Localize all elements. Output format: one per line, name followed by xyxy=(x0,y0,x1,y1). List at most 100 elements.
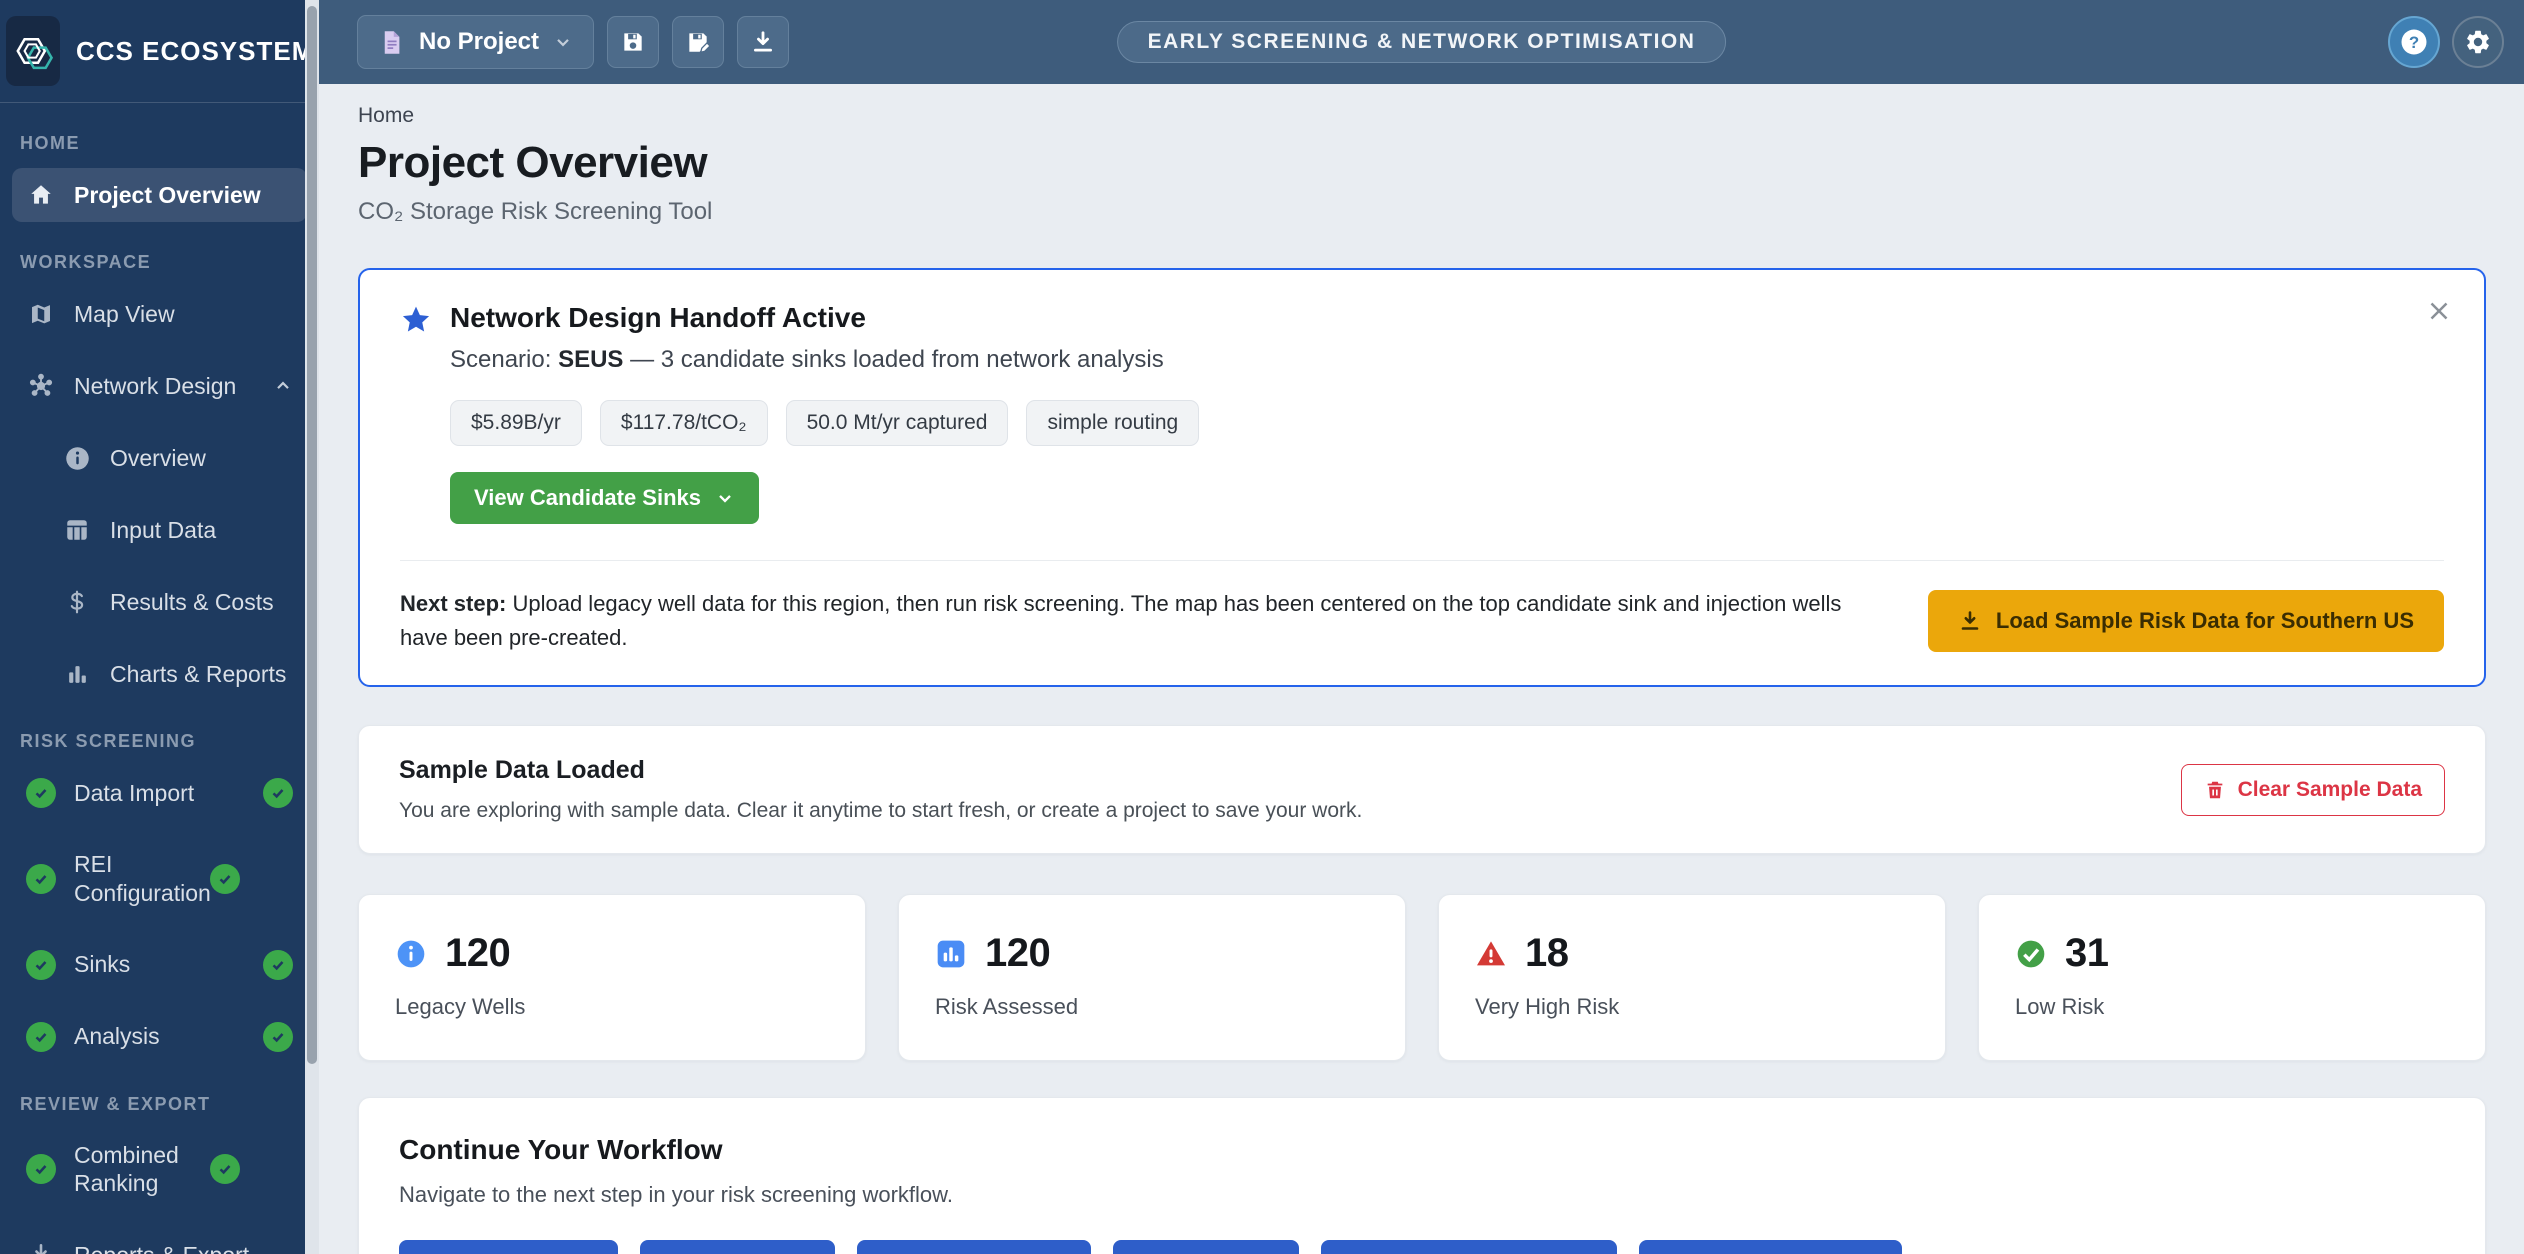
section-label-workspace: WORKSPACE xyxy=(20,252,299,273)
stat-card-low-risk: 31 Low Risk xyxy=(1978,894,2486,1061)
sidebar-item-label: Project Overview xyxy=(74,181,293,210)
sidebar-item-results-costs[interactable]: Results & Costs xyxy=(48,575,307,629)
sample-banner-title: Sample Data Loaded xyxy=(399,756,1362,785)
check-circle-icon xyxy=(263,1022,293,1052)
handoff-title: Network Design Handoff Active xyxy=(450,302,1199,334)
gear-icon xyxy=(2464,28,2492,56)
sidebar-item-combined-ranking[interactable]: Combined Ranking xyxy=(12,1129,307,1211)
dollar-icon xyxy=(62,587,92,617)
run-analysis-button[interactable]: Run Analysis xyxy=(857,1240,1091,1254)
stat-label: Very High Risk xyxy=(1475,994,1909,1020)
stat-label: Risk Assessed xyxy=(935,994,1369,1020)
content-column: No Project EARLY SCREENING & NETWORK OPT… xyxy=(319,0,2524,1254)
sidebar-item-reports-export[interactable]: Reports & Export xyxy=(12,1228,307,1254)
sample-data-banner: Sample Data Loaded You are exploring wit… xyxy=(358,725,2486,854)
sidebar-item-rei-configuration[interactable]: REI Configuration xyxy=(12,838,307,920)
sidebar-item-network-design[interactable]: Network Design xyxy=(12,359,307,413)
save-as-button[interactable] xyxy=(672,16,724,68)
topbar: No Project EARLY SCREENING & NETWORK OPT… xyxy=(319,0,2524,84)
download-project-button[interactable] xyxy=(737,16,789,68)
info-circle-icon xyxy=(62,443,92,473)
check-circle-icon xyxy=(263,778,293,808)
scenario-name: SEUS xyxy=(558,346,623,373)
bar-chart-icon xyxy=(935,938,967,970)
sidebar-scrollbar xyxy=(305,0,319,1254)
settings-button[interactable] xyxy=(2452,16,2504,68)
sidebar-item-label: Data Import xyxy=(74,779,245,808)
data-import-button[interactable]: Data Import xyxy=(399,1240,618,1254)
load-sample-risk-data-button[interactable]: Load Sample Risk Data for Southern US xyxy=(1928,590,2444,652)
info-circle-icon xyxy=(395,938,427,970)
section-label-review-export: REVIEW & EXPORT xyxy=(20,1094,299,1115)
page-subtitle: CO₂ Storage Risk Screening Tool xyxy=(358,198,2486,226)
trash-icon xyxy=(2204,779,2226,801)
metric-badge: $5.89B/yr xyxy=(450,400,582,446)
sidebar-item-charts-reports[interactable]: Charts & Reports xyxy=(48,647,307,701)
network-design-submenu: Overview Input Data Results & Costs xyxy=(12,431,307,701)
chevron-down-icon xyxy=(715,488,735,508)
handoff-scenario: Scenario: SEUS — 3 candidate sinks loade… xyxy=(450,346,1199,374)
stat-card-legacy-wells: 120 Legacy Wells xyxy=(358,894,866,1061)
sidebar-header: CCS ECOSYSTEM xyxy=(0,0,319,103)
sidebar-item-label: REI Configuration xyxy=(74,850,192,908)
topbar-right: ? xyxy=(2388,16,2504,68)
save-button[interactable] xyxy=(607,16,659,68)
stat-card-risk-assessed: 120 Risk Assessed xyxy=(898,894,1406,1061)
combined-ranking-button[interactable]: Combined Ranking xyxy=(1321,1240,1616,1254)
sidebar-item-label: Network Design xyxy=(74,372,249,401)
breadcrumb[interactable]: Home xyxy=(358,104,2486,128)
sidebar-item-overview[interactable]: Overview xyxy=(48,431,307,485)
mode-badge: EARLY SCREENING & NETWORK OPTIMISATION xyxy=(1117,21,1727,63)
table-icon xyxy=(62,515,92,545)
brand-title: CCS ECOSYSTEM xyxy=(76,36,314,67)
workflow-subtitle: Navigate to the next step in your risk s… xyxy=(399,1182,2445,1208)
check-circle-icon xyxy=(26,778,56,808)
check-circle-icon xyxy=(210,1154,240,1184)
chevron-up-icon xyxy=(273,376,293,396)
main-content: Home Project Overview CO₂ Storage Risk S… xyxy=(319,84,2524,1254)
save-edit-icon xyxy=(685,29,711,55)
sidebar-item-label: Input Data xyxy=(110,516,293,545)
sidebar-item-project-overview[interactable]: Project Overview xyxy=(12,168,307,222)
view-candidate-sinks-button[interactable]: View Candidate Sinks xyxy=(450,472,759,524)
check-circle-icon xyxy=(2015,938,2047,970)
sidebar-item-label: Sinks xyxy=(74,950,245,979)
sidebar-scrollbar-thumb[interactable] xyxy=(307,6,317,1064)
file-icon xyxy=(378,29,405,56)
sidebar-item-map-view[interactable]: Map View xyxy=(12,287,307,341)
sinks-button[interactable]: Sinks (3) xyxy=(1113,1240,1300,1254)
download-icon xyxy=(750,29,776,55)
check-circle-icon xyxy=(210,864,240,894)
clear-sample-data-button[interactable]: Clear Sample Data xyxy=(2181,764,2445,816)
sidebar-nav: HOME Project Overview WORKSPACE Map View xyxy=(0,133,319,1254)
metric-badge: $117.78/tCO₂ xyxy=(600,400,768,446)
help-button[interactable]: ? xyxy=(2388,16,2440,68)
close-icon[interactable] xyxy=(2424,296,2454,326)
check-circle-icon xyxy=(26,950,56,980)
sidebar-item-analysis[interactable]: Analysis xyxy=(12,1010,307,1064)
page-title: Project Overview xyxy=(358,138,2486,188)
stat-label: Low Risk xyxy=(2015,994,2449,1020)
stat-value: 120 xyxy=(985,931,1050,976)
home-icon xyxy=(26,180,56,210)
stats-row: 120 Legacy Wells 120 Risk Assessed xyxy=(358,894,2486,1061)
map-view-button[interactable]: Map View xyxy=(640,1240,835,1254)
download-icon xyxy=(26,1240,56,1254)
project-selector-button[interactable]: No Project xyxy=(357,15,594,69)
network-design-button[interactable]: Network Design xyxy=(1639,1240,1902,1254)
map-icon xyxy=(26,299,56,329)
app-root: CCS ECOSYSTEM HOME Project Overview WORK… xyxy=(0,0,2524,1254)
warning-triangle-icon xyxy=(1475,938,1507,970)
sidebar-item-sinks[interactable]: Sinks xyxy=(12,938,307,992)
network-icon xyxy=(26,371,56,401)
stat-value: 120 xyxy=(445,931,510,976)
sidebar-item-input-data[interactable]: Input Data xyxy=(48,503,307,557)
project-selector-label: No Project xyxy=(419,28,539,56)
section-label-home: HOME xyxy=(20,133,299,154)
sidebar-item-label: Overview xyxy=(110,444,293,473)
bar-chart-icon xyxy=(62,659,92,689)
sidebar-item-label: Charts & Reports xyxy=(110,660,293,689)
download-icon xyxy=(1958,609,1982,633)
sidebar: CCS ECOSYSTEM HOME Project Overview WORK… xyxy=(0,0,319,1254)
sidebar-item-data-import[interactable]: Data Import xyxy=(12,766,307,820)
